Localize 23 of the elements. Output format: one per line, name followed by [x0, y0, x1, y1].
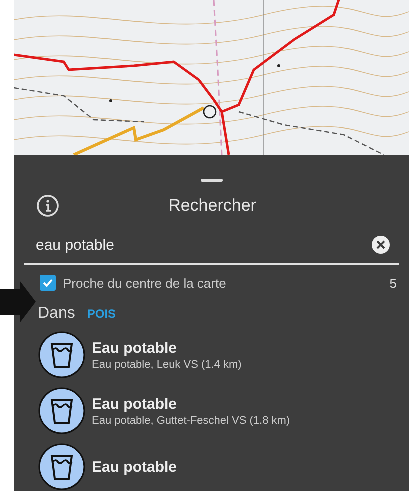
category-link[interactable]: POIS — [87, 307, 116, 321]
panel-title: Rechercher — [168, 196, 258, 216]
result-title: Eau potable — [92, 396, 178, 412]
search-field[interactable]: eau potable — [36, 236, 371, 254]
result-item[interactable]: Eau potable — [14, 435, 409, 491]
drag-handle[interactable] — [200, 179, 222, 182]
result-subtitle: Eau potable, Leuk VS (1.4 km) — [92, 358, 242, 370]
result-count: 5 — [390, 276, 397, 290]
pointer-arrow-icon — [0, 281, 36, 323]
water-glass-icon — [38, 387, 86, 435]
result-subtitle: Eau potable, Guttet-Feschel VS (1.8 km) — [92, 414, 290, 426]
result-title: Eau potable — [92, 340, 178, 356]
clear-icon[interactable] — [371, 235, 391, 255]
water-glass-icon — [38, 443, 86, 491]
check-icon — [42, 277, 54, 289]
checkbox[interactable] — [40, 275, 56, 291]
result-title: Eau potable — [92, 458, 178, 476]
filter-label: Proche du centre de la carte — [63, 276, 228, 290]
info-icon[interactable] — [36, 194, 60, 218]
scope-label: Dans — [38, 305, 76, 323]
result-item[interactable]: Eau potable Eau potable, Guttet-Feschel VS (1.8 km) — [14, 379, 409, 435]
result-item[interactable]: Eau potable Eau potable, Leuk VS (1.4 km) — [14, 323, 409, 379]
water-glass-icon — [38, 331, 86, 379]
